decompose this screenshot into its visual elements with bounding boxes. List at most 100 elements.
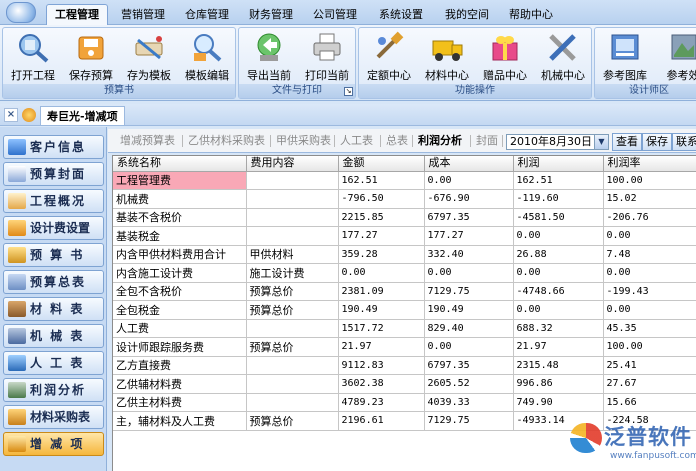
nav-budget-book[interactable]: 预 算 书 bbox=[3, 243, 104, 267]
nav-profit-analysis[interactable]: 利润分析 bbox=[3, 378, 104, 402]
nav-material-table[interactable]: 材 料 表 bbox=[3, 297, 104, 321]
cell-name[interactable]: 全包税金 bbox=[113, 300, 247, 320]
table-row[interactable]: 内含甲供材料费用合计 甲供材料 359.28 332.40 26.88 7.48 bbox=[113, 245, 696, 264]
table-row[interactable]: 人工费 1517.72 829.40 688.32 45.35 bbox=[113, 319, 696, 338]
cell-amount[interactable]: 0.00 bbox=[338, 263, 425, 283]
table-row[interactable]: 乙供辅材料费 3602.38 2605.52 996.86 27.67 bbox=[113, 374, 696, 394]
cell-cost[interactable]: 332.40 bbox=[424, 245, 514, 264]
chevron-down-icon[interactable]: ▼ bbox=[594, 135, 608, 149]
cell-amount[interactable]: 162.51 bbox=[338, 171, 425, 190]
nav-budget-summary[interactable]: 预算总表 bbox=[3, 270, 104, 294]
col-cost[interactable]: 成本 bbox=[424, 156, 514, 172]
cell-content[interactable]: 预算总价 bbox=[246, 411, 339, 431]
table-row[interactable]: 设计师跟踪服务费 预算总价 21.97 0.00 21.97 100.00 bbox=[113, 337, 696, 357]
cell-rate[interactable]: 15.66 bbox=[603, 393, 696, 412]
cell-cost[interactable]: -676.90 bbox=[424, 189, 514, 209]
cell-content[interactable] bbox=[246, 319, 339, 338]
cell-profit[interactable]: 996.86 bbox=[513, 374, 604, 394]
nav-material-purchase[interactable]: 材料采购表 bbox=[3, 405, 104, 429]
date-picker[interactable]: 2010年8月30日 ▼ bbox=[506, 134, 609, 150]
cell-name[interactable]: 机械费 bbox=[113, 189, 247, 209]
cell-rate[interactable]: 0.00 bbox=[603, 263, 696, 283]
view-button[interactable]: 查看 bbox=[612, 133, 642, 151]
cell-name[interactable]: 基装不含税价 bbox=[113, 208, 247, 227]
dialog-launcher-icon[interactable]: ↘ bbox=[344, 87, 353, 96]
tab-b-material-purchase[interactable]: 乙供材料采购表 bbox=[186, 133, 267, 151]
menu-project-management[interactable]: 工程管理 bbox=[46, 4, 108, 25]
cell-rate[interactable]: 100.00 bbox=[603, 337, 696, 357]
cell-content[interactable] bbox=[246, 226, 339, 246]
cell-cost[interactable]: 4039.33 bbox=[424, 393, 514, 412]
cell-content[interactable]: 预算总价 bbox=[246, 300, 339, 320]
menu-my-space[interactable]: 我的空间 bbox=[436, 4, 498, 25]
close-project-button[interactable]: × bbox=[4, 108, 18, 122]
gift-center-button[interactable]: 赠品中心 bbox=[477, 31, 533, 85]
cell-amount[interactable]: 9112.83 bbox=[338, 356, 425, 375]
save-template-button[interactable]: 存为模板 bbox=[121, 31, 177, 85]
print-current-button[interactable]: 打印当前 bbox=[299, 31, 355, 85]
cell-content[interactable] bbox=[246, 356, 339, 375]
col-profit[interactable]: 利润 bbox=[513, 156, 604, 172]
cell-profit[interactable]: -4581.50 bbox=[513, 208, 604, 227]
cell-cost[interactable]: 2605.52 bbox=[424, 374, 514, 394]
table-row[interactable]: 工程管理费 162.51 0.00 162.51 100.00 bbox=[113, 171, 696, 190]
cell-profit[interactable]: 0.00 bbox=[513, 226, 604, 246]
cell-profit[interactable]: 688.32 bbox=[513, 319, 604, 338]
cell-rate[interactable]: -206.76 bbox=[603, 208, 696, 227]
table-row[interactable]: 基装税金 177.27 177.27 0.00 0.00 bbox=[113, 226, 696, 246]
open-project-button[interactable]: 打开工程 bbox=[5, 31, 61, 85]
cell-amount[interactable]: 2196.61 bbox=[338, 411, 425, 431]
menu-help-center[interactable]: 帮助中心 bbox=[500, 4, 562, 25]
nav-adjustments[interactable]: 增 减 项 bbox=[3, 432, 104, 456]
cell-name[interactable]: 内含施工设计费 bbox=[113, 263, 247, 283]
cell-amount[interactable]: 190.49 bbox=[338, 300, 425, 320]
col-system-name[interactable]: 系统名称 bbox=[113, 156, 247, 172]
cell-cost[interactable]: 190.49 bbox=[424, 300, 514, 320]
cell-amount[interactable]: 1517.72 bbox=[338, 319, 425, 338]
cell-name[interactable]: 基装税金 bbox=[113, 226, 247, 246]
cell-amount[interactable]: 2215.85 bbox=[338, 208, 425, 227]
nav-customer-info[interactable]: 客户信息 bbox=[3, 135, 104, 159]
cell-profit[interactable]: 0.00 bbox=[513, 300, 604, 320]
col-fee-content[interactable]: 费用内容 bbox=[246, 156, 339, 172]
tab-summary[interactable]: 总表 bbox=[384, 133, 410, 151]
cell-name[interactable]: 设计师跟踪服务费 bbox=[113, 337, 247, 357]
cell-content[interactable]: 施工设计费 bbox=[246, 263, 339, 283]
machine-center-button[interactable]: 机械中心 bbox=[535, 31, 591, 85]
cell-profit[interactable]: 0.00 bbox=[513, 263, 604, 283]
reference-effect-button[interactable]: 参考效 bbox=[655, 31, 696, 85]
quota-center-button[interactable]: 定额中心 bbox=[361, 31, 417, 85]
col-amount[interactable]: 金额 bbox=[338, 156, 425, 172]
tab-labor[interactable]: 人工表 bbox=[338, 133, 375, 151]
nav-design-fee[interactable]: 设计费设置 bbox=[3, 216, 104, 240]
nav-labor-table[interactable]: 人 工 表 bbox=[3, 351, 104, 375]
cell-cost[interactable]: 6797.35 bbox=[424, 356, 514, 375]
cell-rate[interactable]: 100.00 bbox=[603, 171, 696, 190]
cell-content[interactable] bbox=[246, 393, 339, 412]
cell-rate[interactable]: 25.41 bbox=[603, 356, 696, 375]
table-row[interactable]: 基装不含税价 2215.85 6797.35 -4581.50 -206.76 bbox=[113, 208, 696, 227]
menu-company[interactable]: 公司管理 bbox=[304, 4, 366, 25]
menu-warehouse[interactable]: 仓库管理 bbox=[176, 4, 238, 25]
table-row[interactable]: 乙方直接费 9112.83 6797.35 2315.48 25.41 bbox=[113, 356, 696, 375]
cell-name[interactable]: 全包不含税价 bbox=[113, 282, 247, 301]
cell-content[interactable] bbox=[246, 208, 339, 227]
cell-content[interactable]: 预算总价 bbox=[246, 282, 339, 301]
save-button[interactable]: 保存 bbox=[642, 133, 672, 151]
cell-name[interactable]: 乙供辅材料费 bbox=[113, 374, 247, 394]
table-row[interactable]: 乙供主材料费 4789.23 4039.33 749.90 15.66 bbox=[113, 393, 696, 412]
material-center-button[interactable]: 材料中心 bbox=[419, 31, 475, 85]
cell-name[interactable]: 主，辅材料及人工费 bbox=[113, 411, 247, 431]
cell-name[interactable]: 人工费 bbox=[113, 319, 247, 338]
cell-content[interactable] bbox=[246, 374, 339, 394]
cell-content[interactable] bbox=[246, 171, 339, 190]
edit-template-button[interactable]: 模板编辑 bbox=[179, 31, 235, 85]
cell-profit[interactable]: 26.88 bbox=[513, 245, 604, 264]
nav-budget-cover[interactable]: 预算封面 bbox=[3, 162, 104, 186]
cell-rate[interactable]: 0.00 bbox=[603, 226, 696, 246]
cell-profit[interactable]: -4748.66 bbox=[513, 282, 604, 301]
cell-cost[interactable]: 7129.75 bbox=[424, 411, 514, 431]
cell-rate[interactable]: 45.35 bbox=[603, 319, 696, 338]
cell-cost[interactable]: 6797.35 bbox=[424, 208, 514, 227]
cell-amount[interactable]: 21.97 bbox=[338, 337, 425, 357]
